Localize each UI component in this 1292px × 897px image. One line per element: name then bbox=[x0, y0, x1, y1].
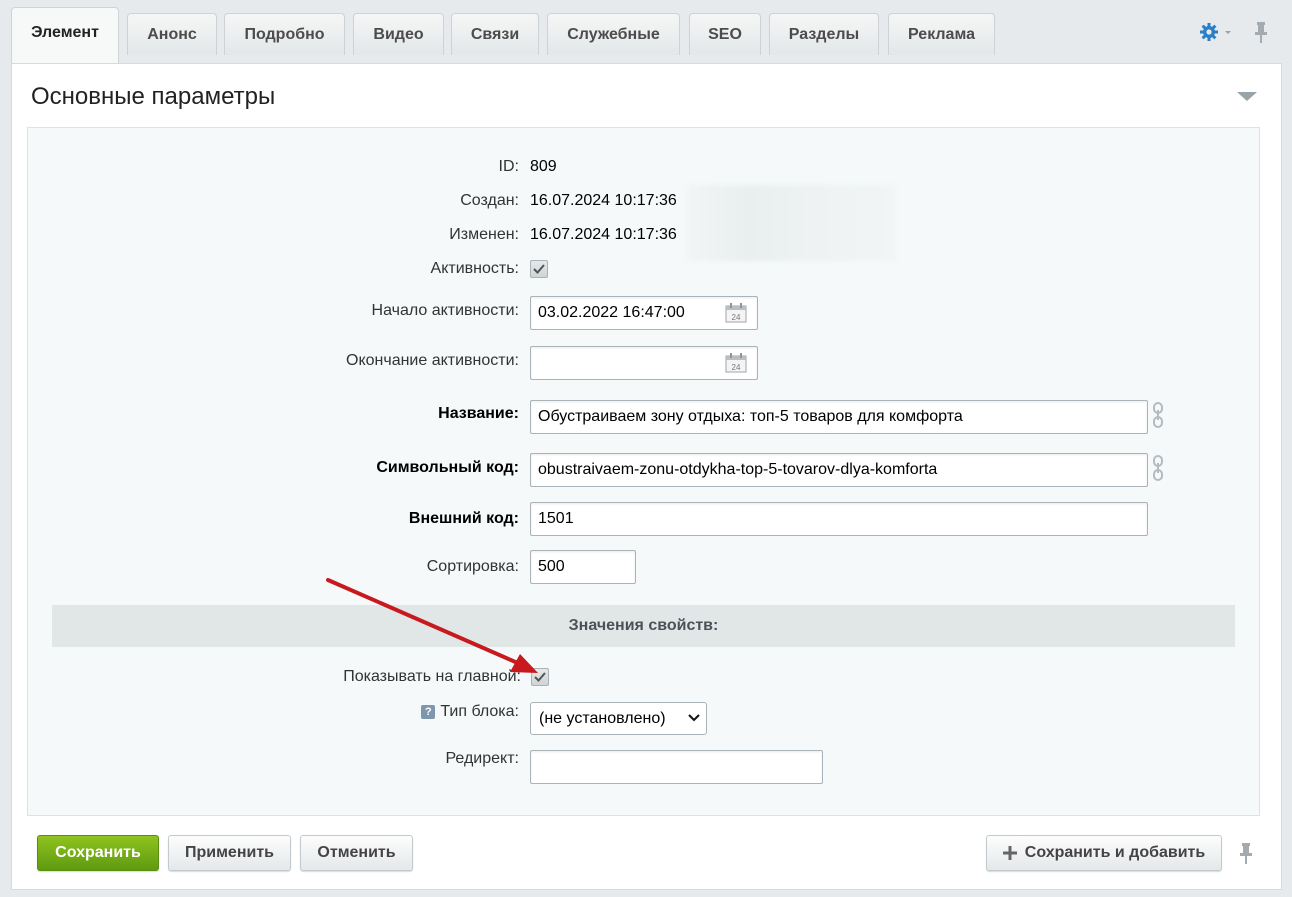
help-icon[interactable]: ? bbox=[421, 705, 436, 719]
active-from-label: Начало активности: bbox=[371, 302, 519, 319]
save-and-add-button[interactable]: Сохранить и добавить bbox=[986, 835, 1222, 871]
apply-button[interactable]: Применить bbox=[168, 835, 291, 871]
redirect-label: Редирект: bbox=[445, 750, 519, 767]
redacted-user-info bbox=[686, 185, 896, 261]
settings-gear-icon[interactable] bbox=[1199, 22, 1233, 42]
properties-header: Значения свойств: bbox=[52, 605, 1235, 647]
tab-seo[interactable]: SEO bbox=[689, 13, 761, 55]
calendar-icon[interactable]: 24 bbox=[725, 303, 747, 323]
tab-sections[interactable]: Разделы bbox=[769, 13, 879, 55]
annotation-arrow bbox=[326, 578, 538, 673]
active-from-input[interactable]: 03.02.2022 16:47:00 24 bbox=[530, 296, 758, 330]
name-input[interactable]: Обустраиваем зону отдыха: топ-5 товаров … bbox=[530, 400, 1148, 434]
tab-links[interactable]: Связи bbox=[451, 13, 539, 55]
redirect-input[interactable] bbox=[530, 750, 823, 784]
id-value: 809 bbox=[530, 158, 557, 175]
plus-icon bbox=[1002, 846, 1017, 860]
created-value: 16.07.2024 10:17:36 bbox=[530, 192, 677, 209]
tab-details[interactable]: Подробно bbox=[224, 13, 345, 55]
pin-icon[interactable] bbox=[1254, 22, 1268, 49]
tab-element[interactable]: Элемент bbox=[11, 7, 119, 64]
transliteration-link-icon[interactable] bbox=[1150, 454, 1166, 482]
block-type-selected: (не установлено) bbox=[539, 710, 666, 727]
save-and-add-label: Сохранить и добавить bbox=[1024, 844, 1206, 861]
tab-announcement[interactable]: Анонс bbox=[127, 13, 217, 55]
active-to-input[interactable]: 24 bbox=[530, 346, 758, 380]
svg-text:24: 24 bbox=[732, 313, 741, 322]
active-label: Активность: bbox=[430, 260, 519, 277]
calendar-icon[interactable]: 24 bbox=[725, 353, 747, 373]
name-label: Название: bbox=[438, 405, 519, 422]
code-label: Символьный код: bbox=[376, 459, 519, 476]
tab-service[interactable]: Служебные bbox=[547, 13, 680, 55]
block-type-select[interactable]: (не установлено) bbox=[530, 702, 707, 735]
chevron-down-icon bbox=[688, 714, 700, 722]
save-button[interactable]: Сохранить bbox=[37, 835, 159, 871]
external-code-input[interactable]: 1501 bbox=[530, 502, 1148, 536]
modified-label: Изменен: bbox=[449, 226, 519, 243]
active-to-label: Окончание активности: bbox=[346, 352, 519, 369]
external-code-label: Внешний код: bbox=[408, 510, 519, 527]
modified-value: 16.07.2024 10:17:36 bbox=[530, 226, 677, 243]
code-input[interactable]: obustraivaem-zonu-otdykha-top-5-tovarov-… bbox=[530, 453, 1148, 487]
transliteration-link-icon[interactable] bbox=[1150, 401, 1166, 429]
cancel-button[interactable]: Отменить bbox=[300, 835, 413, 871]
section-title: Основные параметры bbox=[31, 83, 276, 110]
collapse-arrow-icon[interactable] bbox=[1237, 92, 1257, 101]
active-checkbox[interactable] bbox=[530, 260, 548, 278]
tab-video[interactable]: Видео bbox=[353, 13, 444, 55]
pin-icon[interactable] bbox=[1239, 843, 1253, 870]
block-type-label: Тип блока: bbox=[440, 703, 519, 720]
active-from-value: 03.02.2022 16:47:00 bbox=[538, 304, 685, 321]
tab-advertising[interactable]: Реклама bbox=[888, 13, 995, 55]
block-type-label-wrap: ? Тип блока: bbox=[421, 703, 519, 721]
id-label: ID: bbox=[498, 158, 519, 175]
created-label: Создан: bbox=[460, 192, 519, 209]
svg-text:24: 24 bbox=[732, 363, 741, 372]
